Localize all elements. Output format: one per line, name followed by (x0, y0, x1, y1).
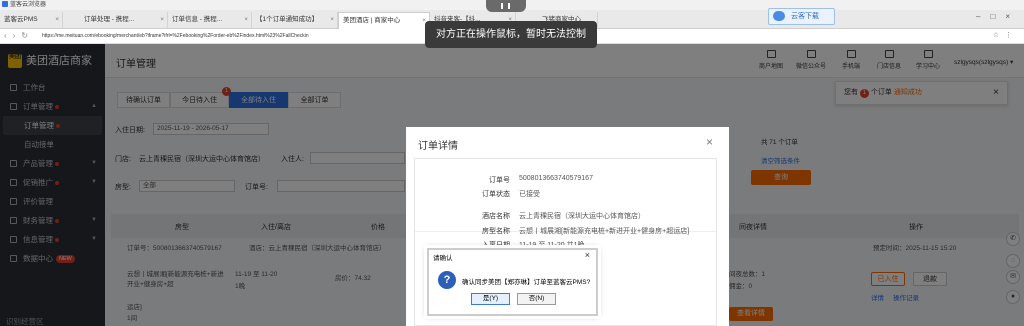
window-controls[interactable]: –□× (976, 12, 1020, 21)
close-icon[interactable]: × (55, 12, 59, 27)
browser-tab-active[interactable]: 美团酒店 | 商家中心 × (338, 12, 430, 29)
pause-bar (501, 3, 503, 9)
modal-title: 订单详情 (418, 141, 458, 152)
dialog-title: 请确认 (433, 255, 453, 262)
download-label: 云客下载 (791, 13, 819, 20)
browser-tab[interactable]: 【1个订单通知成功】 × (252, 12, 338, 29)
question-icon: ? (438, 271, 456, 289)
cloud-download-button[interactable]: 云客下载 (768, 8, 835, 25)
tab-label: 【1个订单通知成功】 (256, 16, 319, 23)
yes-button[interactable]: 是(Y) (471, 293, 510, 305)
browser-tab[interactable]: 订单处理 - 携程... × (80, 12, 168, 29)
field-value: 已接受 (519, 191, 540, 198)
tab-label: 订单处理 - 携程... (84, 16, 135, 23)
close-icon[interactable]: × (244, 12, 248, 27)
field-value: 云上青稞民宿（深圳大运中心体育馆店） (519, 213, 645, 220)
close-icon[interactable]: × (160, 12, 164, 27)
field-label: 订单号 (489, 177, 510, 184)
app-icon (2, 1, 8, 8)
browser-tab[interactable]: 蓝客云PMS × (0, 12, 63, 29)
pause-bar (508, 3, 510, 9)
close-icon[interactable]: × (330, 12, 334, 27)
tab-label: 订单信息 - 携程... (172, 16, 223, 23)
toolbar-icons[interactable]: ☆⋮ (993, 31, 1018, 39)
field-label: 房型名称 (482, 228, 510, 235)
field-label: 订单状态 (482, 191, 510, 198)
close-icon[interactable]: × (585, 250, 590, 260)
confirm-dialog: 请确认 × ? 确认同步美团【郑亦琳】订单至蓝客云PMS? 是(Y) 否(N) (427, 248, 598, 316)
tab-label: 蓝客云PMS (4, 16, 38, 23)
tab-label: 美团酒店 | 商家中心 (343, 17, 401, 24)
remote-control-toast: 对方正在操作鼠标，暂时无法控制 (425, 21, 597, 48)
remote-control-pill[interactable] (486, 0, 526, 12)
browser-tab[interactable]: 订单信息 - 携程... × (168, 12, 252, 29)
field-label: 酒店名称 (482, 213, 510, 220)
field-value: 5008013663740579167 (519, 175, 593, 182)
no-button[interactable]: 否(N) (517, 293, 556, 305)
close-icon[interactable]: × (706, 135, 713, 149)
nav-buttons[interactable]: ‹›↻ (4, 31, 34, 40)
field-value: 云想丨城展湘[新能源充电桩+新进开业+健身房+超运店] (519, 228, 690, 235)
window-title: 蓝客云浏览器 (10, 2, 47, 8)
cloud-icon (773, 11, 785, 21)
dialog-message: 确认同步美团【郑亦琳】订单至蓝客云PMS? (462, 279, 591, 286)
